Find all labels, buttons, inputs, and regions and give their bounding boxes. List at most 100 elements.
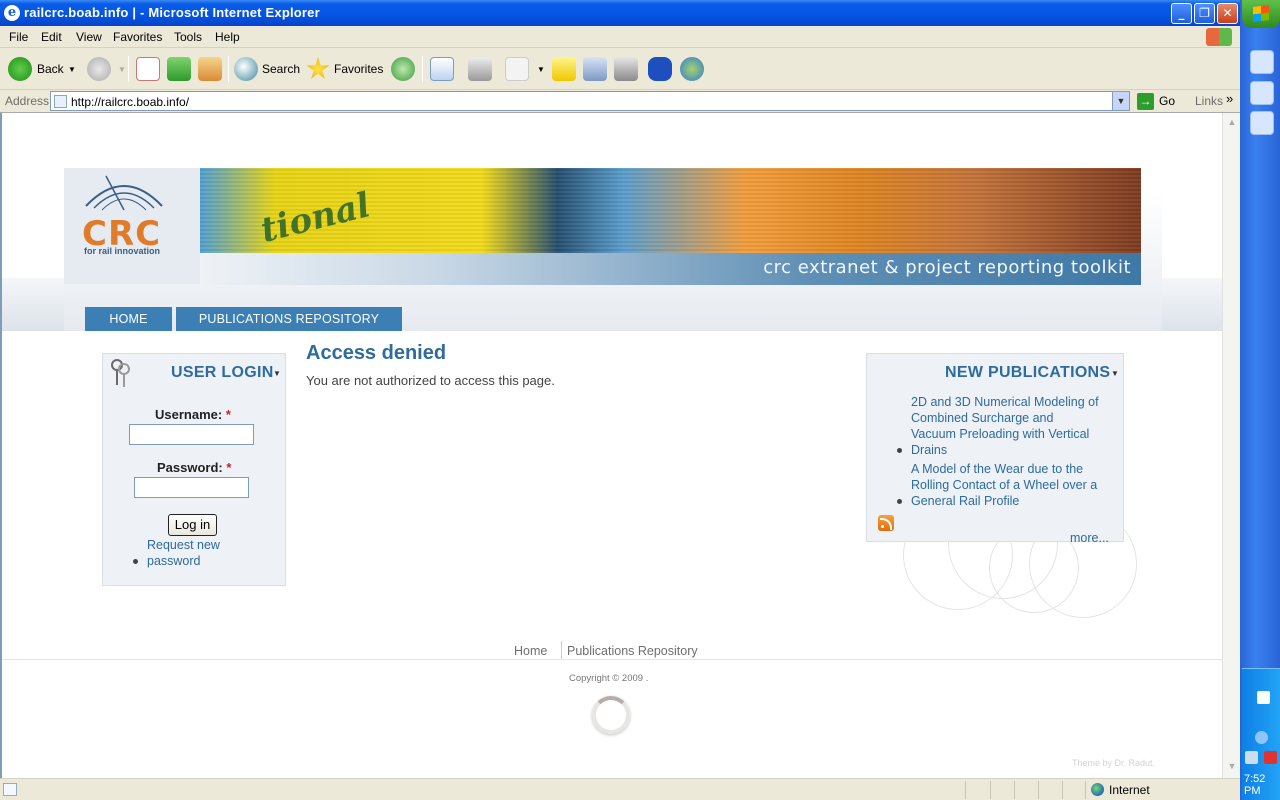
- vertical-scrollbar[interactable]: ▲ ▼: [1222, 113, 1240, 778]
- keys-icon: [111, 359, 130, 387]
- request-password-link[interactable]: Request new: [147, 538, 220, 552]
- access-denied-message: You are not authorized to access this pa…: [306, 373, 555, 388]
- menu-edit[interactable]: Edit: [41, 30, 62, 44]
- search-icon[interactable]: [234, 57, 258, 81]
- header-tagline-band: crc extranet & project reporting toolkit: [200, 253, 1141, 285]
- more-publications-link[interactable]: more...: [1070, 531, 1109, 545]
- bluetooth-icon[interactable]: [648, 57, 672, 81]
- print-icon[interactable]: [468, 57, 492, 81]
- back-button-label[interactable]: Back: [37, 62, 64, 76]
- page-title: Access denied: [306, 342, 447, 364]
- theme-credit[interactable]: Theme by Dr. Radut.: [1072, 758, 1155, 768]
- status-bar: Internet: [0, 778, 1240, 800]
- address-dropdown-icon[interactable]: ▼: [1112, 92, 1129, 110]
- standard-toolbar: Back ▼ ▼ Search Favorites ▼: [0, 48, 1240, 90]
- browser-viewport: CRC for rail innovation tional crc extra…: [0, 113, 1240, 778]
- publication-link[interactable]: A Model of the Wear due to the Rolling C…: [911, 461, 1111, 509]
- login-button[interactable]: Log in: [168, 514, 217, 536]
- help-icon[interactable]: [1257, 691, 1270, 704]
- caret-down-icon: ▼: [273, 369, 281, 378]
- close-button[interactable]: ✕: [1217, 3, 1238, 24]
- menu-view[interactable]: View: [76, 30, 102, 44]
- start-button[interactable]: [1242, 0, 1280, 28]
- favorites-star-icon[interactable]: [306, 57, 330, 79]
- back-arrow-icon[interactable]: [8, 57, 32, 81]
- research-icon[interactable]: [583, 57, 607, 81]
- status-cell: [1062, 781, 1063, 799]
- toolbar-separator: [128, 56, 129, 82]
- nav-tab-home[interactable]: HOME: [85, 307, 172, 332]
- rss-feed-icon[interactable]: [878, 515, 894, 531]
- list-bullet: [897, 448, 902, 453]
- favorites-button-label[interactable]: Favorites: [334, 62, 383, 76]
- toolbar-separator: [228, 56, 229, 82]
- page-status-icon: [3, 783, 17, 796]
- password-field[interactable]: [134, 477, 249, 498]
- nav-tab-publications[interactable]: PUBLICATIONS REPOSITORY: [176, 307, 402, 332]
- security-shield-icon[interactable]: [1264, 751, 1277, 764]
- edit-dropdown-icon[interactable]: ▼: [537, 65, 545, 74]
- history-icon[interactable]: [391, 57, 415, 81]
- search-button-label[interactable]: Search: [262, 62, 300, 76]
- footer-divider: [561, 641, 562, 659]
- back-dropdown-icon[interactable]: ▼: [68, 65, 76, 74]
- loading-spinner-icon: [592, 696, 630, 734]
- address-url[interactable]: http://railcrc.boab.info/: [71, 95, 189, 109]
- note-icon[interactable]: [552, 57, 576, 81]
- footer-link-publications[interactable]: Publications Repository: [567, 644, 698, 658]
- links-label[interactable]: Links: [1195, 94, 1223, 108]
- scroll-up-icon[interactable]: ▲: [1226, 117, 1238, 129]
- list-bullet: [133, 559, 138, 564]
- minimize-button[interactable]: _: [1171, 3, 1192, 24]
- header-banner-image: tional: [200, 168, 1141, 253]
- username-field[interactable]: [129, 424, 254, 445]
- new-publications-block: NEW PUBLICATIONS ▼ 2D and 3D Numerical M…: [866, 353, 1124, 542]
- quicklaunch-app-icon[interactable]: [1250, 111, 1274, 135]
- ie-logo-icon: e: [4, 5, 20, 21]
- list-bullet: [897, 499, 902, 504]
- go-button[interactable]: Go: [1159, 94, 1175, 108]
- chevron-right-icon[interactable]: »: [1226, 91, 1233, 106]
- forward-arrow-icon[interactable]: [87, 57, 111, 81]
- network-icon[interactable]: [1245, 751, 1258, 764]
- edit-icon[interactable]: [505, 57, 529, 81]
- status-cell: [1038, 781, 1039, 799]
- media-icon[interactable]: [614, 57, 638, 81]
- window-titlebar[interactable]: e railcrc.boab.info | - Microsoft Intern…: [0, 0, 1240, 26]
- password-label: Password: *: [157, 460, 232, 475]
- crc-roof-icon: [85, 175, 163, 211]
- stop-icon[interactable]: [136, 57, 160, 81]
- address-input[interactable]: http://railcrc.boab.info/ ▼: [50, 91, 1130, 111]
- messenger-icon[interactable]: [680, 57, 704, 81]
- security-zone-label: Internet: [1109, 783, 1150, 797]
- forward-dropdown-icon[interactable]: ▼: [118, 65, 126, 74]
- request-password-link-line2[interactable]: password: [147, 554, 201, 568]
- footer-link-home[interactable]: Home: [514, 644, 547, 658]
- go-arrow-icon[interactable]: →: [1137, 93, 1154, 110]
- chevron-left-icon[interactable]: [1255, 731, 1268, 744]
- quicklaunch-ie-icon[interactable]: [1250, 50, 1274, 74]
- user-login-title: USER LOGIN: [171, 364, 274, 381]
- new-publications-title: NEW PUBLICATIONS: [945, 364, 1111, 381]
- mail-icon[interactable]: [430, 57, 454, 81]
- menu-favorites[interactable]: Favorites: [113, 30, 162, 44]
- menu-help[interactable]: Help: [215, 30, 240, 44]
- crc-logo-tagline: for rail innovation: [84, 246, 161, 256]
- scroll-down-icon[interactable]: ▼: [1226, 761, 1238, 773]
- user-login-block: USER LOGIN ▼ Username: * Password: * Log…: [102, 353, 286, 586]
- status-cell: [965, 781, 966, 799]
- home-icon[interactable]: [198, 57, 222, 81]
- crc-logo[interactable]: CRC for rail innovation: [64, 168, 200, 284]
- menu-file[interactable]: File: [9, 30, 28, 44]
- windows-flag-icon: [1206, 28, 1232, 46]
- window-title: railcrc.boab.info | - Microsoft Internet…: [24, 5, 320, 20]
- clock[interactable]: 7:52 PM: [1244, 773, 1280, 797]
- toolbar-separator: [422, 56, 423, 82]
- refresh-icon[interactable]: [167, 57, 191, 81]
- quicklaunch-app-icon[interactable]: [1250, 81, 1274, 105]
- maximize-button[interactable]: ❐: [1194, 3, 1215, 24]
- footer-rule: [2, 659, 1222, 660]
- internet-zone-globe-icon: [1091, 783, 1104, 796]
- publication-link[interactable]: 2D and 3D Numerical Modeling of Combined…: [911, 394, 1111, 458]
- menu-tools[interactable]: Tools: [174, 30, 202, 44]
